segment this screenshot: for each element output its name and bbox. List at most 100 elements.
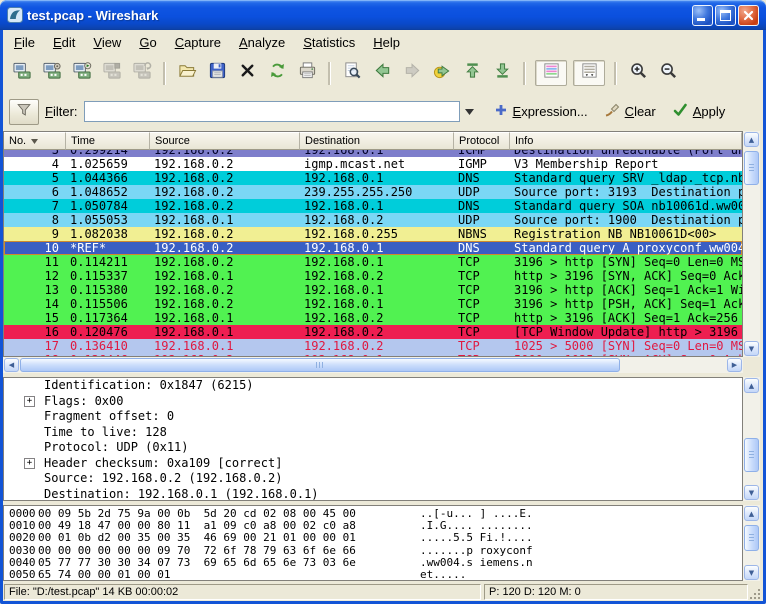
menu-item-statistics[interactable]: Statistics xyxy=(294,32,364,53)
capture-options-button[interactable] xyxy=(40,60,64,86)
col-info: Source port: 3193 Destination po xyxy=(510,185,742,199)
filter-dropdown-arrow[interactable] xyxy=(462,102,478,122)
packet-row-17[interactable]: 170.136410192.168.0.1192.168.0.2TCP1025 … xyxy=(4,339,742,353)
scroll-thumb[interactable] xyxy=(20,358,620,372)
scroll-up-button[interactable]: ▲ xyxy=(744,378,759,393)
scroll-right-button[interactable]: ▶ xyxy=(727,358,742,372)
detail-line[interactable]: Fragment offset: 0 xyxy=(4,409,742,425)
scroll-left-button[interactable]: ◀ xyxy=(4,358,19,372)
packet-bytes-vscrollbar[interactable]: ▲▼ xyxy=(743,505,760,581)
clear-button[interactable]: Clear xyxy=(604,102,656,121)
packet-row-6[interactable]: 61.048652192.168.0.2239.255.255.250UDPSo… xyxy=(4,185,742,199)
packet-row-12[interactable]: 120.115337192.168.0.1192.168.0.2TCPhttp … xyxy=(4,269,742,283)
scroll-thumb[interactable] xyxy=(744,151,759,185)
scroll-down-button[interactable]: ▼ xyxy=(744,485,759,500)
toolbar-separator xyxy=(614,62,617,85)
packet-row-18[interactable]: 180.136446192.168.0.2192.168.0.1TCP5000 … xyxy=(4,353,742,356)
packet-list-hscrollbar[interactable]: ◀▶ xyxy=(3,357,743,373)
packet-row-9[interactable]: 91.082038192.168.0.2192.168.0.255NBNSReg… xyxy=(4,227,742,241)
packet-details-vscrollbar[interactable]: ▲▼ xyxy=(743,377,760,501)
packet-row-13[interactable]: 130.115380192.168.0.2192.168.0.1TCP3196 … xyxy=(4,283,742,297)
colorize-button[interactable] xyxy=(535,60,567,86)
scroll-thumb[interactable] xyxy=(744,525,759,551)
go-top-button[interactable] xyxy=(460,60,484,86)
zoom-in-button[interactable] xyxy=(626,60,650,86)
scroll-up-button[interactable]: ▲ xyxy=(744,506,759,521)
go-back-button[interactable] xyxy=(370,60,394,86)
expression-button[interactable]: Expression... xyxy=(494,103,588,120)
column-header-time[interactable]: Time xyxy=(66,132,150,150)
zoom-out-button[interactable] xyxy=(656,60,680,86)
menu-item-file[interactable]: File xyxy=(5,32,44,53)
scroll-down-button[interactable]: ▼ xyxy=(744,341,759,356)
menu-item-help[interactable]: Help xyxy=(364,32,409,53)
col-destination: igmp.mcast.net xyxy=(300,157,454,171)
menu-item-analyze[interactable]: Analyze xyxy=(230,32,294,53)
col-destination: 192.168.0.255 xyxy=(300,227,454,241)
menu-item-edit[interactable]: Edit xyxy=(44,32,84,53)
toolbar-separator xyxy=(328,62,331,85)
filter-button[interactable] xyxy=(9,99,39,125)
packet-row-11[interactable]: 110.114211192.168.0.2192.168.0.1TCP3196 … xyxy=(4,255,742,269)
go-to-packet-button[interactable] xyxy=(430,60,454,86)
detail-line[interactable]: Source: 192.168.0.2 (192.168.0.2) xyxy=(4,471,742,487)
detail-line[interactable]: Identification: 0x1847 (6215) xyxy=(4,378,742,394)
packet-row-16[interactable]: 160.120476192.168.0.1192.168.0.2TCP[TCP … xyxy=(4,325,742,339)
packet-list-vscrollbar[interactable]: ▲▼ xyxy=(743,131,760,357)
column-header-no[interactable]: No. xyxy=(4,132,66,150)
detail-line[interactable]: Protocol: UDP (0x11) xyxy=(4,440,742,456)
expander-icon[interactable]: + xyxy=(24,458,35,469)
scroll-up-button[interactable]: ▲ xyxy=(744,132,759,147)
menu-item-go[interactable]: Go xyxy=(130,32,165,53)
packet-row-14[interactable]: 140.115506192.168.0.2192.168.0.1TCP3196 … xyxy=(4,297,742,311)
reload-button[interactable] xyxy=(265,60,289,86)
capture-stop-button[interactable] xyxy=(100,60,124,86)
close-button[interactable] xyxy=(738,5,759,26)
hex-line[interactable]: 002000 01 0b d2 00 35 00 35 46 69 00 21 … xyxy=(4,531,742,543)
hex-line[interactable]: 005065 74 00 00 01 00 01et..... xyxy=(4,568,742,580)
column-header-info[interactable]: Info xyxy=(510,132,742,150)
file-open-button[interactable] xyxy=(175,60,199,86)
scroll-thumb[interactable] xyxy=(744,438,759,472)
packet-row-15[interactable]: 150.117364192.168.0.1192.168.0.2TCPhttp … xyxy=(4,311,742,325)
column-header-source[interactable]: Source xyxy=(150,132,300,150)
autoscroll-button[interactable] xyxy=(573,60,605,86)
detail-line[interactable]: +Header checksum: 0xa109 [correct] xyxy=(4,456,742,472)
packet-row-8[interactable]: 81.055053192.168.0.1192.168.0.2UDPSource… xyxy=(4,213,742,227)
column-header-destination[interactable]: Destination xyxy=(300,132,454,150)
capture-restart-button[interactable] xyxy=(130,60,154,86)
hex-line[interactable]: 000000 09 5b 2d 75 9a 00 0b 5d 20 cd 02 … xyxy=(4,507,742,519)
detail-line[interactable]: Destination: 192.168.0.1 (192.168.0.1) xyxy=(4,487,742,502)
hex-line[interactable]: 001000 49 18 47 00 00 80 11 a1 09 c0 a8 … xyxy=(4,519,742,531)
file-close-button[interactable] xyxy=(235,60,259,86)
column-header-protocol[interactable]: Protocol xyxy=(454,132,510,150)
detail-line[interactable]: Time to live: 128 xyxy=(4,425,742,441)
file-save-button[interactable] xyxy=(205,60,229,86)
col-time: 1.082038 xyxy=(66,227,150,241)
expander-icon[interactable]: + xyxy=(24,396,35,407)
packet-row-10[interactable]: 10*REF*192.168.0.2192.168.0.1DNSStandard… xyxy=(4,241,742,255)
detail-line[interactable]: +Flags: 0x00 xyxy=(4,394,742,410)
packet-row-3[interactable]: 30.299214192.168.0.2192.168.0.1ICMPDesti… xyxy=(4,150,742,157)
go-forward-button[interactable] xyxy=(400,60,424,86)
resize-grip[interactable] xyxy=(747,586,760,599)
find-button[interactable] xyxy=(340,60,364,86)
scroll-down-button[interactable]: ▼ xyxy=(744,565,759,580)
capture-start-button[interactable] xyxy=(70,60,94,86)
go-bottom-button[interactable] xyxy=(490,60,514,86)
packet-row-7[interactable]: 71.050784192.168.0.2192.168.0.1DNSStanda… xyxy=(4,199,742,213)
col-source: 192.168.0.2 xyxy=(150,171,300,185)
hex-line[interactable]: 004005 77 77 30 30 34 07 73 69 65 6d 65 … xyxy=(4,556,742,568)
col-no: 9 xyxy=(4,227,66,241)
maximize-button[interactable] xyxy=(715,5,736,26)
menu-item-capture[interactable]: Capture xyxy=(166,32,230,53)
apply-button[interactable]: Apply xyxy=(672,102,726,121)
print-button[interactable] xyxy=(295,60,319,86)
filter-input[interactable] xyxy=(84,101,460,122)
menu-item-view[interactable]: View xyxy=(84,32,130,53)
capture-interfaces-button[interactable] xyxy=(10,60,34,86)
hex-line[interactable]: 003000 00 00 00 00 00 09 70 72 6f 78 79 … xyxy=(4,544,742,556)
packet-row-4[interactable]: 41.025659192.168.0.2igmp.mcast.netIGMPV3… xyxy=(4,157,742,171)
minimize-button[interactable] xyxy=(692,5,713,26)
packet-row-5[interactable]: 51.044366192.168.0.2192.168.0.1DNSStanda… xyxy=(4,171,742,185)
